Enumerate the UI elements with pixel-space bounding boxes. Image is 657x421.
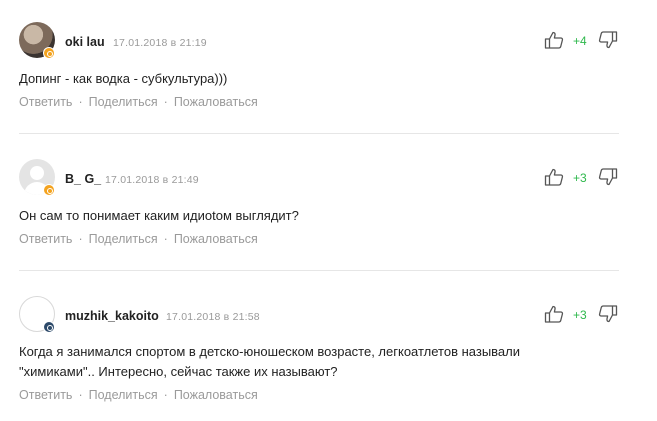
action-separator: · <box>78 232 83 246</box>
action-separator: · <box>78 388 83 402</box>
comment-actions: Ответить · Поделиться · Пожаловаться <box>19 232 258 246</box>
share-link[interactable]: Поделиться <box>89 388 158 402</box>
thumbs-down-icon[interactable] <box>598 305 618 323</box>
comment-score: +3 <box>573 171 587 185</box>
comment-text: Допинг - как водка - субкультура))) <box>19 71 228 86</box>
report-link[interactable]: Пожаловаться <box>174 95 258 109</box>
comment-author[interactable]: B_ G_ <box>65 172 101 186</box>
comment-author[interactable]: oki lau <box>65 35 105 49</box>
comment-date: 17.01.2018 в 21:58 <box>166 311 260 323</box>
thumbs-up-icon[interactable] <box>544 31 564 49</box>
comment-score: +3 <box>573 308 587 322</box>
thumbs-down-icon[interactable] <box>598 168 618 186</box>
comment-divider <box>19 133 619 134</box>
comment-date: 17.01.2018 в 21:19 <box>113 37 207 49</box>
report-link[interactable]: Пожаловаться <box>174 232 258 246</box>
thumbs-up-icon[interactable] <box>544 168 564 186</box>
comment-actions: Ответить · Поделиться · Пожаловаться <box>19 388 258 402</box>
user-badge-icon <box>43 321 55 333</box>
thumbs-down-icon[interactable] <box>598 31 618 49</box>
action-separator: · <box>78 95 83 109</box>
comment-text-line: Когда я занимался спортом в детско-юноше… <box>19 344 521 359</box>
reply-link[interactable]: Ответить <box>19 388 72 402</box>
comment-date: 17.01.2018 в 21:49 <box>105 174 199 186</box>
reply-link[interactable]: Ответить <box>19 232 72 246</box>
user-badge-icon <box>43 47 55 59</box>
user-badge-icon <box>43 184 55 196</box>
comment-divider <box>19 270 619 271</box>
comment-score: +4 <box>573 34 587 48</box>
action-separator: · <box>163 388 168 402</box>
share-link[interactable]: Поделиться <box>89 232 158 246</box>
action-separator: · <box>163 232 168 246</box>
thumbs-up-icon[interactable] <box>544 305 564 323</box>
action-separator: · <box>163 95 168 109</box>
share-link[interactable]: Поделиться <box>89 95 158 109</box>
comment-actions: Ответить · Поделиться · Пожаловаться <box>19 95 258 109</box>
report-link[interactable]: Пожаловаться <box>174 388 258 402</box>
comment-text: Когда я занимался спортом в детско-юноше… <box>19 342 579 382</box>
comment-text-line: "химиками".. Интересно, сейчас также их … <box>19 364 338 379</box>
reply-link[interactable]: Ответить <box>19 95 72 109</box>
comment-text: Он сам то понимает каким идиоtом выгляди… <box>19 208 299 223</box>
comment-author[interactable]: muzhik_kakoito <box>65 309 159 323</box>
